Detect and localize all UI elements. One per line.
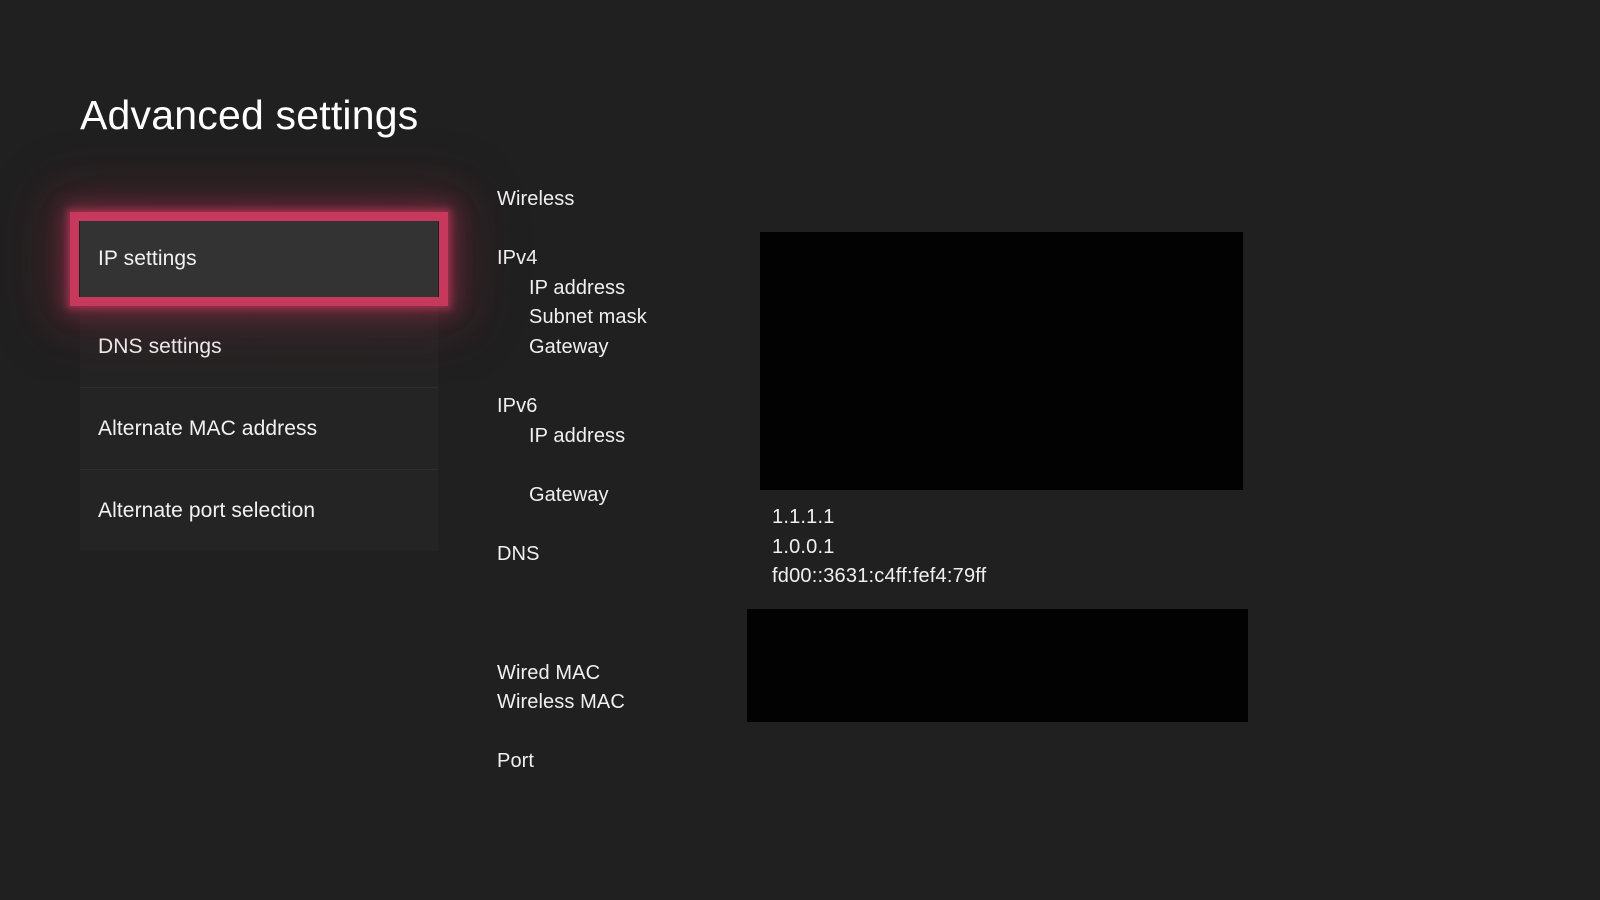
dns-value-secondary: 1.0.0.1 — [772, 535, 835, 558]
info-row-port: Port — [497, 750, 1297, 780]
redaction-box-network-values — [760, 232, 1243, 490]
sidebar-item-alternate-port-selection[interactable]: Alternate port selection — [80, 469, 438, 551]
dns-value-list: 1.1.1.1 1.0.0.1 fd00::3631:c4ff:fef4:79f… — [772, 503, 986, 592]
info-label: Gateway — [529, 335, 609, 358]
info-label: IP address — [529, 276, 626, 299]
sidebar-item-alternate-mac-address[interactable]: Alternate MAC address — [80, 387, 438, 469]
redaction-box-mac-port-values — [747, 609, 1248, 722]
page-title: Advanced settings — [80, 92, 419, 138]
sidebar-item-label: Alternate port selection — [98, 498, 316, 522]
info-label: IPv6 — [497, 395, 538, 418]
info-label: IP address — [529, 424, 626, 447]
sidebar-item-ip-settings[interactable]: IP settings — [70, 212, 448, 306]
info-label: Subnet mask — [529, 306, 647, 329]
info-label: Wired MAC — [497, 661, 601, 684]
sidebar-item-label: Alternate MAC address — [98, 416, 318, 440]
dns-value-ipv6: fd00::3631:c4ff:fef4:79ff — [772, 565, 987, 588]
info-label: Wireless — [497, 188, 575, 210]
sidebar-item-dns-settings[interactable]: DNS settings — [80, 305, 438, 387]
info-row-wireless: Wireless — [497, 188, 1297, 218]
info-label: Gateway — [529, 483, 609, 506]
info-label: Port — [497, 750, 535, 773]
settings-menu: IP settings DNS settings Alternate MAC a… — [70, 212, 448, 551]
info-row-spacer — [497, 721, 1297, 751]
dns-value-primary: 1.1.1.1 — [772, 506, 835, 528]
info-label: IPv4 — [497, 247, 538, 270]
advanced-settings-screen: Advanced settings IP settings DNS settin… — [0, 0, 1600, 900]
info-label: Wireless MAC — [497, 691, 625, 714]
sidebar-item-label: DNS settings — [98, 334, 222, 358]
info-label: DNS — [497, 543, 540, 566]
sidebar-item-label: IP settings — [98, 247, 197, 270]
